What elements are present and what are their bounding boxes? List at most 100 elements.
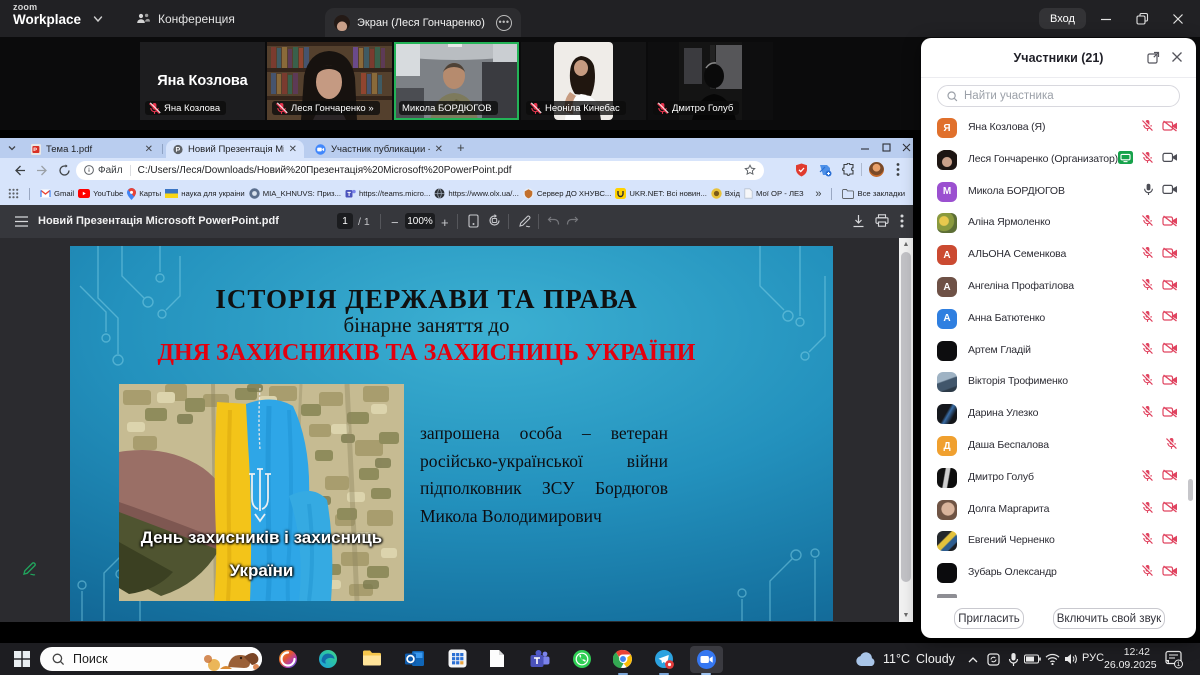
browser-tab-1[interactable]: Тема 1.pdf ✕ bbox=[24, 140, 160, 158]
fit-page-icon[interactable] bbox=[468, 214, 479, 228]
outlook-icon[interactable] bbox=[405, 649, 425, 669]
profile-avatar[interactable] bbox=[869, 162, 884, 177]
browser-menu-icon[interactable] bbox=[896, 162, 900, 177]
tab-close-icon[interactable]: ✕ bbox=[145, 144, 153, 155]
participant-row[interactable]: Леся Гончаренко (Организатор) bbox=[921, 144, 1196, 176]
bookmark-item[interactable]: Gmail bbox=[40, 189, 74, 198]
pdf-scrollbar[interactable]: ▲ ▼ bbox=[899, 238, 913, 622]
annotation-pencil-icon[interactable] bbox=[21, 560, 38, 577]
participant-row[interactable]: ДДаша Беспалова bbox=[921, 430, 1196, 462]
back-icon[interactable] bbox=[12, 164, 26, 177]
extensions-puzzle-icon[interactable] bbox=[842, 163, 855, 176]
microsoft365-icon[interactable] bbox=[448, 649, 468, 669]
tab-close-icon[interactable]: ✕ bbox=[289, 144, 297, 155]
tray-wifi-icon[interactable] bbox=[1045, 653, 1060, 665]
adblock-extension-icon[interactable] bbox=[795, 163, 808, 177]
scrollbar-thumb[interactable] bbox=[901, 252, 911, 582]
window-minimize-icon[interactable] bbox=[860, 145, 870, 153]
invite-button[interactable]: Пригласить bbox=[954, 608, 1024, 629]
tab-conference[interactable]: Конференция bbox=[126, 0, 245, 37]
panel-close-icon[interactable] bbox=[1171, 51, 1183, 63]
participant-row[interactable]: ЯЯна Козлова (Я) bbox=[921, 112, 1196, 144]
start-button[interactable] bbox=[13, 650, 33, 670]
participant-row[interactable]: Зубарь Олександр bbox=[921, 557, 1196, 589]
participant-row[interactable]: Дмитро Голуб bbox=[921, 462, 1196, 494]
participant-search-input[interactable]: Найти участника bbox=[937, 85, 1180, 107]
participant-row[interactable]: Вікторія Трофименко bbox=[921, 366, 1196, 398]
bookmark-item[interactable]: Сервер ДО ХНУВС... bbox=[523, 188, 612, 199]
tray-microphone-icon[interactable] bbox=[1008, 652, 1019, 667]
window-close-icon[interactable] bbox=[902, 143, 911, 152]
print-icon[interactable] bbox=[875, 214, 889, 227]
bookmark-star-icon[interactable] bbox=[744, 164, 756, 176]
edge-icon[interactable] bbox=[318, 649, 338, 669]
video-tile-dmytro[interactable]: Дмитро Голуб bbox=[648, 42, 773, 120]
taskbar-search[interactable]: Поиск bbox=[40, 647, 262, 671]
participant-row[interactable]: ААнна Батютенко bbox=[921, 303, 1196, 335]
new-tab-button[interactable]: + bbox=[457, 142, 465, 154]
rotate-icon[interactable] bbox=[488, 214, 501, 227]
tray-battery-icon[interactable] bbox=[1024, 654, 1041, 664]
copilot-icon[interactable] bbox=[278, 649, 298, 669]
zoom-in-button[interactable]: + bbox=[441, 215, 449, 230]
bookmarks-overflow-chevron[interactable]: » bbox=[815, 188, 821, 200]
zoom-out-button[interactable]: − bbox=[391, 215, 399, 230]
window-maximize-icon[interactable] bbox=[882, 143, 891, 152]
pdf-zoom-level[interactable]: 100% bbox=[405, 213, 435, 229]
blue-extension-icon[interactable] bbox=[818, 163, 832, 177]
notification-center-icon[interactable]: 1 bbox=[1164, 650, 1184, 669]
close-button[interactable] bbox=[1170, 11, 1186, 27]
scroll-up-arrow[interactable]: ▲ bbox=[899, 238, 913, 251]
bookmark-item[interactable]: YouTube bbox=[78, 189, 123, 198]
bookmark-item[interactable]: MIA_KHNUVS: Приз... bbox=[249, 188, 341, 199]
minimize-button[interactable] bbox=[1098, 11, 1114, 27]
login-button[interactable]: Вход bbox=[1039, 8, 1086, 29]
pdf-page-input[interactable]: 1 bbox=[337, 213, 353, 229]
chevron-down-icon[interactable] bbox=[92, 13, 104, 25]
address-bar[interactable]: Файл C:/Users/Леся/Downloads/Новий%20Пре… bbox=[76, 161, 764, 180]
maximize-button[interactable] bbox=[1134, 11, 1150, 27]
tab-screen-share[interactable]: Экран (Леся Гончаренко) ••• bbox=[325, 8, 521, 37]
bookmark-item[interactable]: Карты bbox=[127, 188, 161, 200]
video-tile-neonila[interactable]: Неоніла Кинебас bbox=[521, 42, 646, 120]
file-chip[interactable]: Файл bbox=[84, 165, 131, 176]
tab-close-icon[interactable]: ✕ bbox=[435, 144, 443, 155]
weather-widget[interactable]: 11°C Cloudy bbox=[855, 643, 955, 675]
participant-row[interactable]: Артем Гладій bbox=[921, 335, 1196, 367]
scroll-down-arrow[interactable]: ▼ bbox=[899, 609, 913, 622]
tab-search-chevron-icon[interactable] bbox=[6, 142, 18, 154]
all-bookmarks-button[interactable]: Все закладки bbox=[842, 189, 905, 199]
taskbar-clock[interactable]: 12:42 26.09.2025 bbox=[1104, 646, 1150, 672]
participant-row[interactable]: Дарина Улезко bbox=[921, 398, 1196, 430]
zoom-app-icon[interactable] bbox=[696, 649, 716, 669]
teams-icon[interactable] bbox=[530, 649, 550, 669]
video-tile-mykola-active-speaker[interactable]: Микола БОРДЮГОВ bbox=[394, 42, 519, 120]
redo-icon[interactable] bbox=[566, 215, 579, 227]
more-options-icon[interactable]: ••• bbox=[496, 15, 512, 31]
list-scrollbar-thumb[interactable] bbox=[1188, 479, 1193, 501]
telegram-icon[interactable] bbox=[654, 649, 674, 669]
document-icon[interactable] bbox=[489, 649, 509, 669]
language-indicator[interactable]: РУС bbox=[1082, 652, 1104, 664]
bookmark-item[interactable]: https://www.olx.ua/... bbox=[434, 188, 519, 199]
participant-row[interactable]: ААЛЬОНА Семенкова bbox=[921, 239, 1196, 271]
video-tile-lesya[interactable]: Леся Гончаренко » bbox=[267, 42, 392, 120]
bookmark-item[interactable]: наука для украіни bbox=[165, 189, 245, 198]
bookmark-item[interactable]: UKR.NET: Всі новин... bbox=[615, 188, 707, 199]
video-tile-yana[interactable]: Яна Козлова Яна Козлова bbox=[140, 42, 265, 120]
participant-row[interactable]: Евгений Черненко bbox=[921, 525, 1196, 557]
browser-tab-2-active[interactable]: Новий Презентація Microsoft ✕ bbox=[166, 140, 304, 158]
chrome-icon[interactable] bbox=[613, 649, 633, 669]
participants-list[interactable]: ЯЯна Козлова (Я)Леся Гончаренко (Организ… bbox=[921, 110, 1196, 592]
bookmark-item[interactable]: Вхід bbox=[711, 188, 740, 199]
tray-sync-icon[interactable] bbox=[986, 652, 1001, 667]
bookmark-item[interactable]: https://teams.micro... bbox=[345, 188, 430, 199]
annotate-pen-icon[interactable] bbox=[518, 214, 532, 228]
forward-icon[interactable] bbox=[36, 164, 50, 177]
pdf-more-icon[interactable] bbox=[900, 213, 904, 229]
popout-icon[interactable] bbox=[1147, 51, 1160, 64]
pdf-viewport[interactable]: ІСТОРІЯ ДЕРЖАВИ ТА ПРАВА бінарне заняття… bbox=[0, 238, 913, 622]
pdf-menu-icon[interactable] bbox=[15, 216, 28, 227]
participant-row[interactable]: ММикола БОРДЮГОВ bbox=[921, 176, 1196, 208]
file-explorer-icon[interactable] bbox=[362, 649, 382, 669]
